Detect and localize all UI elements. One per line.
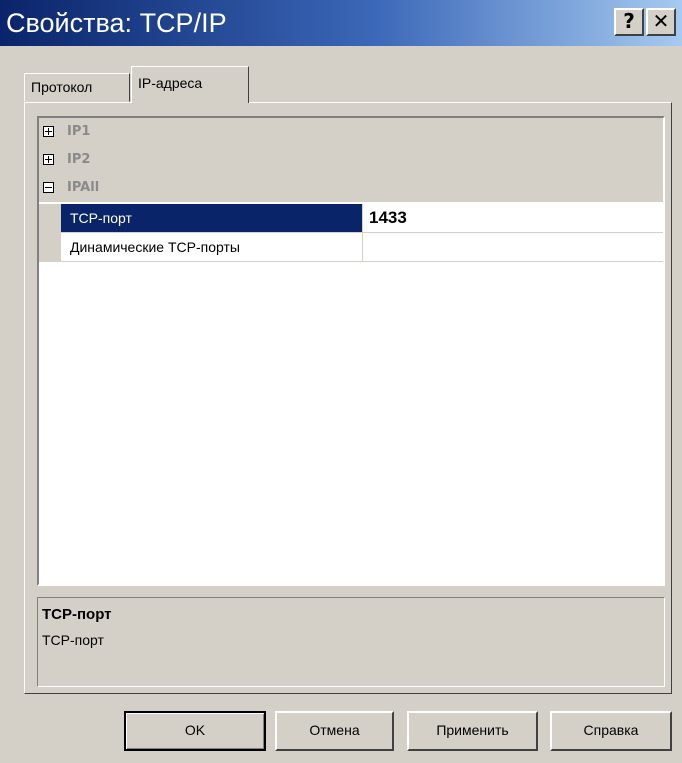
description-title: TCP-порт [42, 606, 112, 623]
group-ip1[interactable]: IP1 [39, 118, 663, 146]
group-label: IP1 [67, 124, 91, 139]
help-dialog-button[interactable]: Справка [550, 711, 672, 751]
group-ip2[interactable]: IP2 [39, 146, 663, 174]
close-button[interactable]: ✕ [646, 8, 676, 36]
title-bar[interactable]: Свойства: TCP/IP ? ✕ [0, 0, 682, 46]
property-value[interactable]: 1433 [363, 204, 663, 233]
plus-box-icon[interactable] [43, 126, 54, 137]
properties-dialog: Свойства: TCP/IP ? ✕ Протокол IP-адреса … [0, 0, 682, 763]
tab-protocol[interactable]: Протокол [24, 73, 130, 102]
cancel-button[interactable]: Отмена [275, 711, 394, 751]
group-label: IPAll [67, 180, 100, 195]
plus-box-icon[interactable] [43, 154, 54, 165]
window-title: Свойства: TCP/IP [6, 8, 227, 38]
property-name[interactable]: TCP-порт [61, 204, 363, 233]
apply-button[interactable]: Применить [407, 711, 538, 751]
tab-ip-addresses[interactable]: IP-адреса [131, 66, 249, 103]
group-label: IP2 [67, 152, 91, 167]
description-pane: TCP-порт TCP-порт [37, 597, 665, 687]
property-grid[interactable]: IP1 IP2 IPAll TCP-порт 1433 Динамические… [37, 116, 665, 586]
group-ipall[interactable]: IPAll [39, 174, 663, 202]
minus-box-icon[interactable] [43, 182, 54, 193]
property-value[interactable] [363, 233, 663, 262]
property-name[interactable]: Динамические TCP-порты [61, 233, 363, 262]
property-row-dynamic-ports[interactable]: Динамические TCP-порты [39, 233, 663, 262]
property-row-tcp-port[interactable]: TCP-порт 1433 [39, 204, 663, 233]
row-gutter [39, 233, 61, 262]
description-text: TCP-порт [42, 632, 104, 648]
help-button[interactable]: ? [614, 8, 644, 36]
row-gutter [39, 204, 61, 233]
ok-button[interactable]: OK [124, 711, 266, 751]
